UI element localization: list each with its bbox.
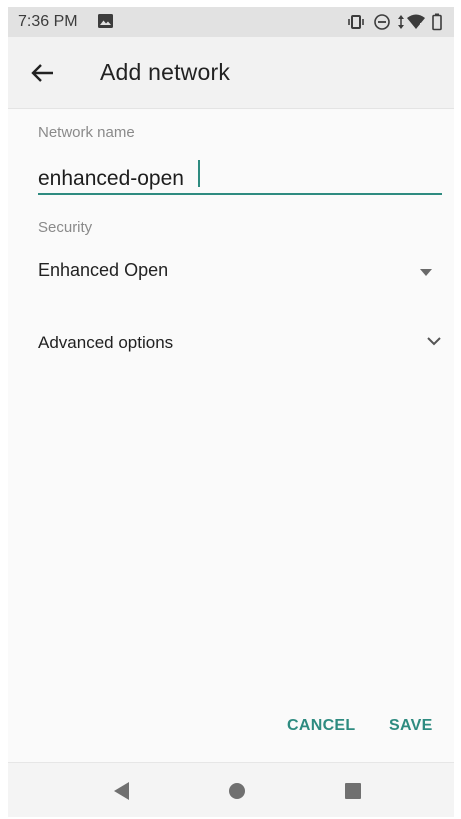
dropdown-arrow-icon <box>420 269 432 276</box>
network-name-input[interactable] <box>36 157 442 197</box>
status-time: 7:36 PM <box>18 13 78 30</box>
page-title: Add network <box>100 59 231 85</box>
security-label: Security <box>38 219 93 236</box>
save-button[interactable]: SAVE <box>389 717 433 735</box>
cancel-button[interactable]: CANCEL <box>287 717 355 735</box>
text-caret <box>198 160 200 187</box>
image-icon <box>98 14 113 28</box>
nav-home-icon[interactable] <box>228 782 246 800</box>
network-name-underline <box>38 193 442 195</box>
advanced-options-toggle[interactable]: Advanced options <box>38 323 442 363</box>
vibrate-icon <box>348 15 364 29</box>
status-icons <box>348 13 448 31</box>
network-name-label: Network name <box>38 124 135 141</box>
dnd-icon <box>374 14 390 30</box>
app-bar: Add network <box>8 37 454 109</box>
data-arrows-icon <box>398 15 404 29</box>
battery-icon <box>432 13 442 31</box>
arrow-back-icon[interactable] <box>28 59 58 89</box>
advanced-options-label: Advanced options <box>38 333 174 352</box>
security-selected-value: Enhanced Open <box>38 260 169 280</box>
navigation-bar <box>8 762 454 817</box>
nav-back-icon[interactable] <box>111 780 131 802</box>
chevron-down-icon <box>427 337 441 346</box>
wifi-icon <box>407 14 425 29</box>
security-dropdown[interactable]: Enhanced Open <box>38 251 442 291</box>
status-bar: 7:36 PM <box>8 7 454 37</box>
nav-recents-icon[interactable] <box>344 782 362 800</box>
add-network-screen: 7:36 PM Add network Network name enhance… <box>8 7 454 817</box>
